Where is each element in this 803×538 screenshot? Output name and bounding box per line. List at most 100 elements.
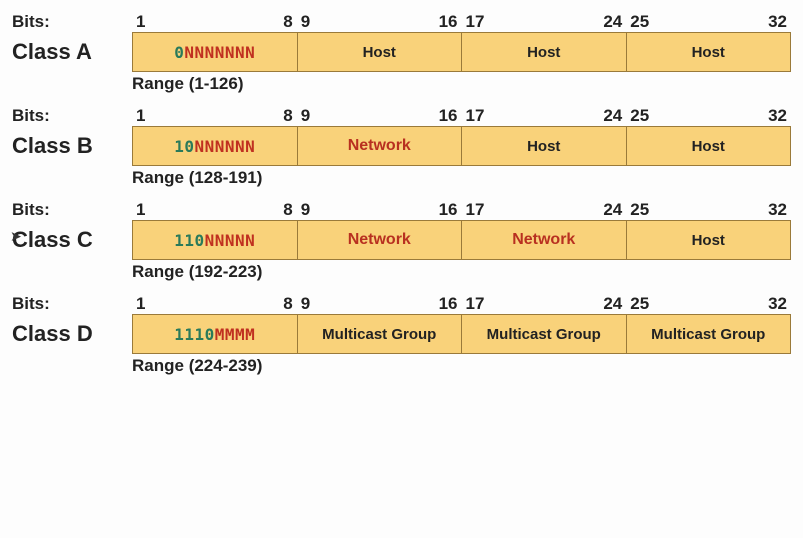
bit-pair: 916 [297, 106, 462, 126]
bits-label: Bits: [12, 106, 132, 126]
bit-end: 32 [768, 200, 787, 220]
bit-prefix: 0 [174, 43, 184, 62]
bit-start: 25 [630, 12, 649, 32]
bit-mask: MMMM [215, 325, 256, 344]
range-value: (128-191) [189, 168, 263, 187]
host-cell: Host [627, 32, 792, 72]
class-block: Bits:1891617242532Class D1110MMMMMultica… [12, 294, 791, 376]
range-text: Range (1-126) [132, 74, 244, 94]
bit-pair: 1724 [462, 106, 627, 126]
range-text: Range (192-223) [132, 262, 262, 282]
bit-prefix: 10 [174, 137, 194, 156]
cell-text: Network [512, 231, 575, 249]
bits-row: Bits:1891617242532 [12, 12, 791, 32]
octet-row: Class C110NNNNNNetworkNetworkHost [12, 220, 791, 260]
class-label: Class A [12, 39, 132, 65]
bit-pair: 9 16 [297, 12, 462, 32]
bit-start: 1 [136, 294, 145, 314]
bit-start: 25 [630, 106, 649, 126]
cell-text: Host [692, 44, 725, 61]
bits-row: Bits:1891617242532 [12, 294, 791, 314]
range-row: Range (1-126) [12, 74, 791, 94]
bit-mask: NNNNN [205, 231, 256, 250]
bit-end: 8 [283, 12, 292, 32]
cell-text: Multicast Group [651, 326, 765, 343]
class-label: Class C [12, 227, 132, 253]
class-block: Bits:1891617242532Class A0NNNNNNNHostHos… [12, 12, 791, 94]
bit-pair: 2532 [626, 12, 791, 32]
bits-numbers: 1891617242532 [132, 294, 791, 314]
bit-start: 17 [466, 200, 485, 220]
cell-text: Multicast Group [322, 326, 436, 343]
bits-row: Bits:1891617242532 [12, 106, 791, 126]
bits-row: Bits:1891617242532 [12, 200, 791, 220]
bit-start: 1 [136, 106, 145, 126]
octet-row: Class A0NNNNNNNHostHostHost [12, 32, 791, 72]
bit-start: 17 [466, 106, 485, 126]
bit-start: 9 [301, 12, 310, 32]
cell-text: Network [348, 231, 411, 249]
octet-row: Class D 1110MMMM Multicast Group Multicast … [12, 314, 791, 354]
ip-class-diagram: Bits:1891617242532Class A0NNNNNNNHostHos… [12, 12, 791, 376]
cell-text: Host [692, 138, 725, 155]
cell-text: Host [692, 232, 725, 249]
bit-prefix: 1110 [174, 325, 215, 344]
bit-start: 17 [466, 12, 485, 32]
bit-pair: 9 16 [297, 294, 462, 314]
network-cell: Network [298, 126, 463, 166]
bit-pair: 1724 [462, 294, 627, 314]
bit-prefix: 110 [174, 231, 204, 250]
bit-end: 24 [603, 106, 622, 126]
bit-pair: 2532 [626, 294, 791, 314]
bit-pair: 1724 [462, 200, 627, 220]
bit-end: 32 [768, 106, 787, 126]
bit-end: 8 [283, 200, 292, 220]
bit-end: 32 [768, 294, 787, 314]
cell-text: Host [363, 44, 396, 61]
range-text: Range (224-239) [132, 356, 262, 376]
bit-start: 1 [136, 12, 145, 32]
range-prefix: Range [132, 74, 189, 93]
bit-start: 25 [630, 200, 649, 220]
cell-text: Multicast Group [487, 326, 601, 343]
range-prefix: Range [132, 262, 189, 281]
bit-end: 24 [603, 294, 622, 314]
bit-end: 16 [439, 200, 458, 220]
cell-text: Host [527, 138, 560, 155]
bit-pair: 18 [132, 294, 297, 314]
mouse-cursor-icon: ➤ [10, 228, 22, 245]
bit-pair: 916 [297, 200, 462, 220]
network-cell: Network [462, 220, 627, 260]
network-cell: Network [298, 220, 463, 260]
class-label: Class B [12, 133, 132, 159]
pattern-cell: 0NNNNNNN [132, 32, 298, 72]
bit-start: 17 [466, 294, 485, 314]
class-label: Class D [12, 321, 132, 347]
bits-numbers: 1891617242532 [132, 106, 791, 126]
range-value: (1-126) [189, 74, 244, 93]
range-row: Range (224-239) [12, 356, 791, 376]
class-block: Bits:1891617242532Class B10NNNNNNNetwork… [12, 106, 791, 188]
bit-start: 9 [301, 294, 310, 314]
bit-pair: 18 [132, 200, 297, 220]
bit-pair: 1724 [462, 12, 627, 32]
pattern-cell: 110NNNNN [132, 220, 298, 260]
octet-cells: 0NNNNNNN Host Host Host [132, 32, 791, 72]
octet-row: Class B10NNNNNNNetwork Host Host [12, 126, 791, 166]
range-value: (224-239) [189, 356, 263, 375]
pattern-cell: 10NNNNNN [132, 126, 298, 166]
host-cell: Host [298, 32, 463, 72]
bit-mask: NNNNNNN [184, 43, 255, 62]
bit-end: 24 [603, 200, 622, 220]
bit-start: 1 [136, 200, 145, 220]
bit-pair: 18 [132, 106, 297, 126]
bit-end: 16 [439, 12, 458, 32]
range-prefix: Range [132, 168, 189, 187]
bits-label: Bits: [12, 12, 132, 32]
range-row: Range (192-223) [12, 262, 791, 282]
bit-end: 8 [283, 106, 292, 126]
bit-pair: 18 [132, 12, 297, 32]
bit-end: 16 [439, 294, 458, 314]
cell-text: Host [527, 44, 560, 61]
bit-pair: 25 32 [626, 106, 791, 126]
